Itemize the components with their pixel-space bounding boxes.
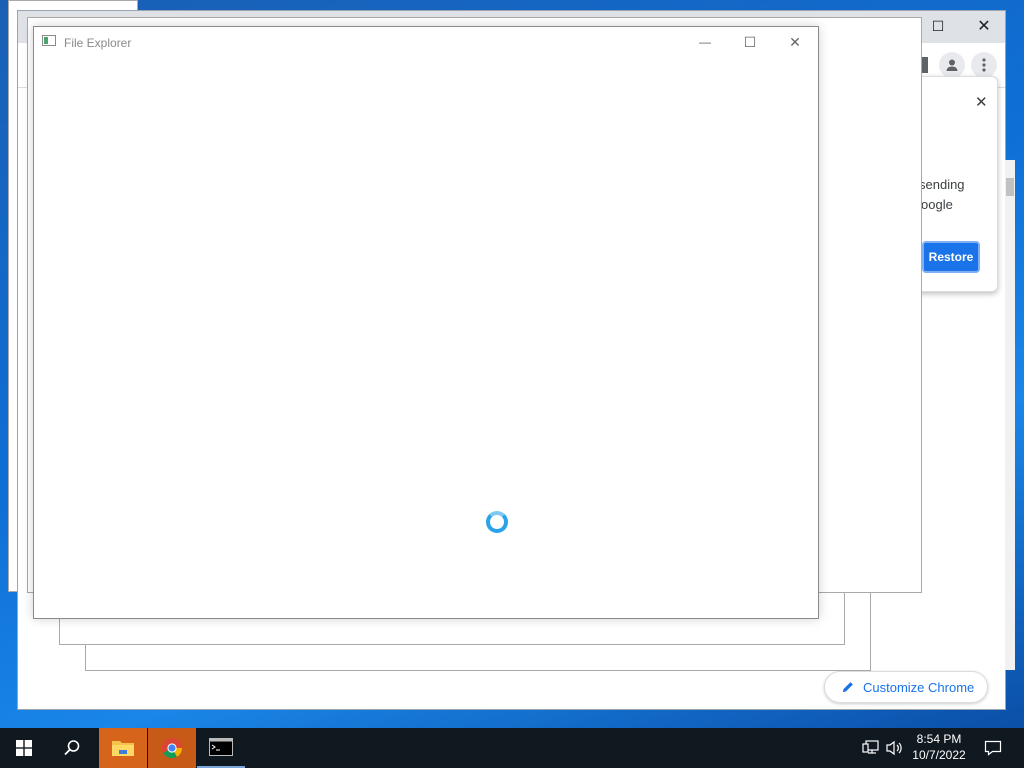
taskbar-terminal[interactable] <box>197 728 245 768</box>
file-explorer-title: File Explorer <box>64 36 132 50</box>
taskbar-file-explorer[interactable] <box>99 728 147 768</box>
clock-date: 10/7/2022 <box>912 748 966 762</box>
file-explorer-minimize-button[interactable]: — <box>682 27 728 57</box>
chrome-close-button[interactable]: ✕ <box>961 11 1007 41</box>
file-explorer-maximize-button[interactable]: ☐ <box>727 27 773 57</box>
pencil-icon <box>841 680 855 694</box>
network-icon <box>862 740 880 756</box>
chrome-menu-icon[interactable] <box>971 52 997 78</box>
taskbar: 8:54 PM 10/7/2022 <box>0 728 1024 768</box>
bubble-text-line1: sending <box>919 177 965 192</box>
chrome-icon <box>161 737 183 759</box>
search-icon <box>63 739 81 757</box>
desktop: ☐ ✕ ✕ sending oogle Restore Customize Ch… <box>0 0 1024 728</box>
bubble-close-icon[interactable]: ✕ <box>975 93 988 111</box>
clock[interactable]: 8:54 PM 10/7/2022 <box>908 731 970 763</box>
scrollbar-thumb[interactable] <box>1006 178 1014 196</box>
folder-icon <box>111 738 135 758</box>
terminal-icon <box>209 738 233 756</box>
chrome-scrollbar[interactable] <box>1005 160 1015 670</box>
start-button[interactable] <box>0 728 48 768</box>
clock-time: 8:54 PM <box>916 732 962 746</box>
customize-chrome-label: Customize Chrome <box>863 679 975 695</box>
network-button[interactable] <box>858 728 884 768</box>
file-explorer-close-button[interactable]: ✕ <box>772 27 818 57</box>
bubble-text-line2: oogle <box>921 197 953 212</box>
taskbar-chrome[interactable] <box>148 728 196 768</box>
restore-button[interactable]: Restore <box>922 241 980 273</box>
volume-icon <box>886 740 904 756</box>
loading-spinner-icon <box>486 511 508 533</box>
profile-icon[interactable] <box>939 52 965 78</box>
file-explorer-app-icon <box>42 35 56 46</box>
search-button[interactable] <box>48 728 96 768</box>
notification-icon <box>984 739 1002 757</box>
windows-logo-icon <box>16 740 32 756</box>
file-explorer-window[interactable]: File Explorer — ☐ ✕ <box>33 26 819 619</box>
customize-chrome-button[interactable]: Customize Chrome <box>824 671 988 703</box>
volume-button[interactable] <box>884 728 906 768</box>
notification-button[interactable] <box>976 728 1010 768</box>
